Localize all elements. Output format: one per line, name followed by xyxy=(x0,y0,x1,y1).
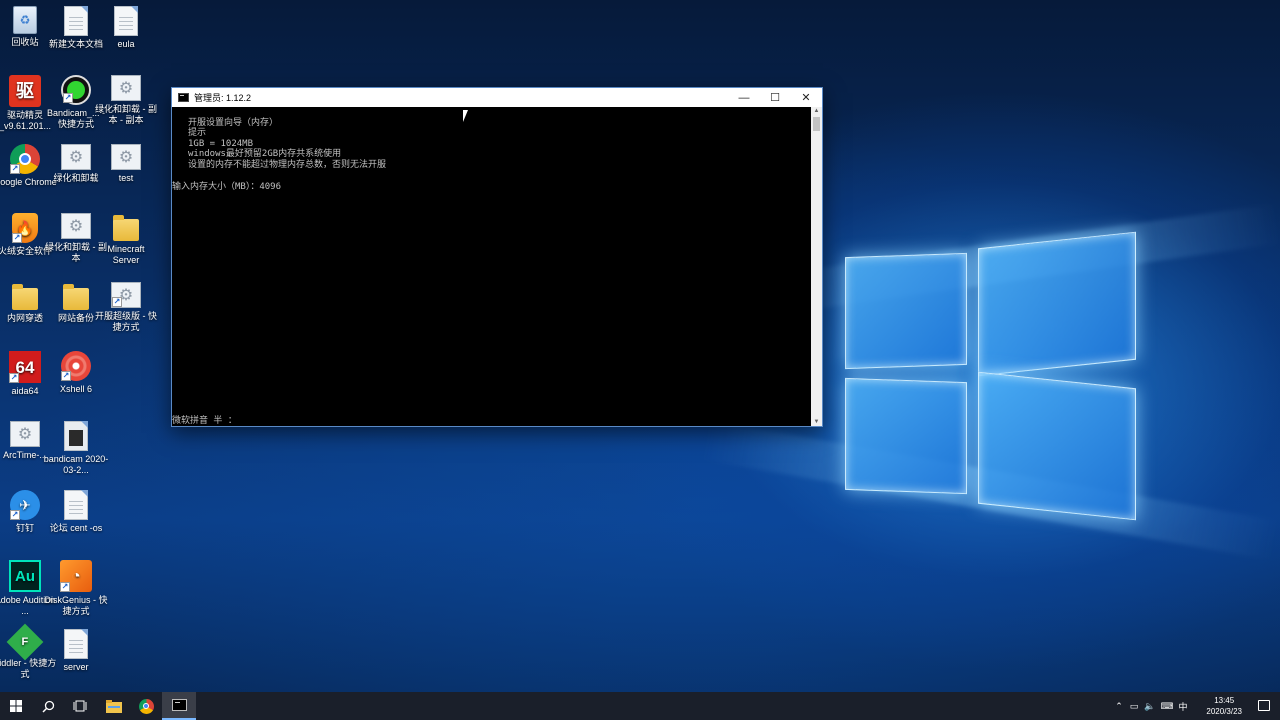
search-icon xyxy=(41,700,54,713)
video-file-icon xyxy=(64,421,88,451)
windows-logo-pane-br xyxy=(978,371,1136,521)
tray-overflow-chevron-icon[interactable]: ⌃ xyxy=(1112,701,1126,712)
bandicam-icon: ↗ xyxy=(61,75,91,105)
document-icon xyxy=(64,6,88,36)
console-input-line: 输入内存大小（MB）：4096 xyxy=(172,182,282,192)
diskgenius-icon: ◔ ↗ xyxy=(60,560,92,592)
folder-icon xyxy=(63,284,89,310)
network-icon[interactable]: ▭ xyxy=(1126,701,1142,712)
folder-icon xyxy=(12,284,38,310)
shortcut-arrow-icon: ↗ xyxy=(60,582,70,592)
console-output[interactable]: 开服设置向导（内存） 提示 1GB = 1024MB windows最好预留2G… xyxy=(172,107,810,426)
chrome-icon xyxy=(138,698,154,714)
taskbar-file-explorer[interactable] xyxy=(98,692,130,720)
document-icon xyxy=(64,490,88,520)
scroll-thumb[interactable] xyxy=(813,117,820,131)
notification-icon[interactable] xyxy=(1258,700,1270,711)
desktop-icon-diskgenius[interactable]: ◔ ↗ DiskGenius - 快捷方式 xyxy=(43,560,109,617)
desktop-icon-forum-centos[interactable]: 论坛 cent -os xyxy=(43,490,109,534)
keyboard-icon[interactable]: ⌨ xyxy=(1158,701,1176,712)
shortcut-arrow-icon: ↗ xyxy=(12,233,22,243)
console-app-icon xyxy=(171,699,187,711)
dingtalk-icon: ✈ ↗ xyxy=(10,490,40,520)
console-title: 管理员: 1.12.2 xyxy=(194,93,252,103)
console-scrollbar[interactable]: ▲ ▼ xyxy=(811,107,822,426)
taskbar-chrome[interactable] xyxy=(130,692,162,720)
desktop-icon-xshell6[interactable]: ↗ Xshell 6 xyxy=(43,351,109,395)
chrome-icon: ↗ xyxy=(10,144,40,174)
console-line: windows最好预留2GB内存共系统使用 xyxy=(188,149,342,159)
windows-logo-pane-tr xyxy=(978,231,1136,377)
shortcut-arrow-icon: ↗ xyxy=(63,93,73,103)
console-line: 开服设置向导（内存） xyxy=(188,118,279,128)
xshell-icon: ↗ xyxy=(61,351,91,381)
shortcut-arrow-icon: ↗ xyxy=(112,297,122,307)
search-button[interactable] xyxy=(32,692,64,720)
windows-logo-pane-bl xyxy=(845,377,967,495)
recycle-bin-icon: ♻ xyxy=(13,6,37,34)
console-window[interactable]: 管理员: 1.12.2 — ☐ ✕ 开服设置向导（内存） 提示 1GB = 10… xyxy=(171,87,823,427)
taskbar-console[interactable] xyxy=(162,692,196,720)
shortcut-arrow-icon: ↗ xyxy=(61,371,71,381)
scroll-up-icon[interactable]: ▲ xyxy=(811,107,822,115)
shortcut-arrow-icon: ↗ xyxy=(9,373,19,383)
ime-indicator[interactable]: 中 xyxy=(1176,700,1190,713)
scroll-down-icon[interactable]: ▼ xyxy=(811,418,822,426)
console-line: 提示 xyxy=(188,128,207,138)
desktop-icon-server-super-shortcut[interactable]: ⚙ ↗ 开服超级版 - 快捷方式 xyxy=(93,282,159,333)
folder-icon xyxy=(113,215,139,241)
start-button[interactable] xyxy=(0,692,32,720)
minimize-button[interactable]: — xyxy=(728,88,760,107)
taskbar-clock[interactable]: 13:45 2020/3/23 xyxy=(1206,695,1242,717)
fiddler-icon: F xyxy=(6,623,44,661)
shortcut-arrow-icon: ↗ xyxy=(10,510,20,520)
gears-icon: ⚙ xyxy=(111,144,141,170)
taskbar: ⌃ ▭ 🔈 ⌨ 中 13:45 2020/3/23 xyxy=(0,692,1280,720)
audition-icon: Au xyxy=(9,560,41,592)
console-line: 设置的内存不能超过物理内存总数，否则无法开服 xyxy=(188,160,387,170)
driver-genius-icon: 驱 xyxy=(9,75,41,107)
maximize-button[interactable]: ☐ xyxy=(759,88,791,107)
volume-icon[interactable]: 🔈 xyxy=(1142,701,1158,712)
document-icon xyxy=(64,629,88,659)
desktop-icon-bandicam-video[interactable]: bandicam 2020-03-2... xyxy=(43,421,109,476)
task-view-button[interactable] xyxy=(64,692,96,720)
clock-time: 13:45 xyxy=(1214,696,1235,705)
console-titlebar[interactable]: 管理员: 1.12.2 — ☐ ✕ xyxy=(172,88,822,107)
desktop-icon-eula[interactable]: eula xyxy=(93,6,159,50)
desktop-icon-test[interactable]: ⚙ test xyxy=(93,144,159,184)
console-app-icon[interactable] xyxy=(178,93,189,102)
document-icon xyxy=(114,6,138,36)
shortcut-arrow-icon: ↗ xyxy=(10,164,20,174)
gears-icon: ⚙ xyxy=(111,75,141,101)
ime-status-bar: 微软拼音 半 ： xyxy=(172,416,237,426)
windows-logo-pane-tl xyxy=(845,252,967,370)
windows-start-icon xyxy=(10,700,22,712)
file-explorer-icon xyxy=(106,699,122,713)
shield-icon: 🔥 ↗ xyxy=(12,213,38,243)
system-tray: ⌃ ▭ 🔈 ⌨ 中 xyxy=(1112,692,1190,720)
close-button[interactable]: ✕ xyxy=(790,88,822,107)
gears-icon: ⚙ ↗ xyxy=(111,282,141,308)
desktop-icon-server[interactable]: server xyxy=(43,629,109,673)
aida64-icon: 64 ↗ xyxy=(9,351,41,383)
task-view-icon xyxy=(73,700,87,712)
gears-icon: ⚙ xyxy=(61,213,91,239)
clock-date: 2020/3/23 xyxy=(1206,707,1242,716)
gears-icon: ⚙ xyxy=(10,421,40,447)
desktop-icon-minecraft-server[interactable]: Minecraft Server xyxy=(93,213,159,266)
gears-icon: ⚙ xyxy=(61,144,91,170)
console-line: 1GB = 1024MB xyxy=(188,139,254,149)
desktop-icon-green-uninstall-copy-copy[interactable]: ⚙ 绿化和卸载 - 副本 - 副本 xyxy=(93,75,159,126)
mouse-cursor-icon xyxy=(463,110,473,122)
